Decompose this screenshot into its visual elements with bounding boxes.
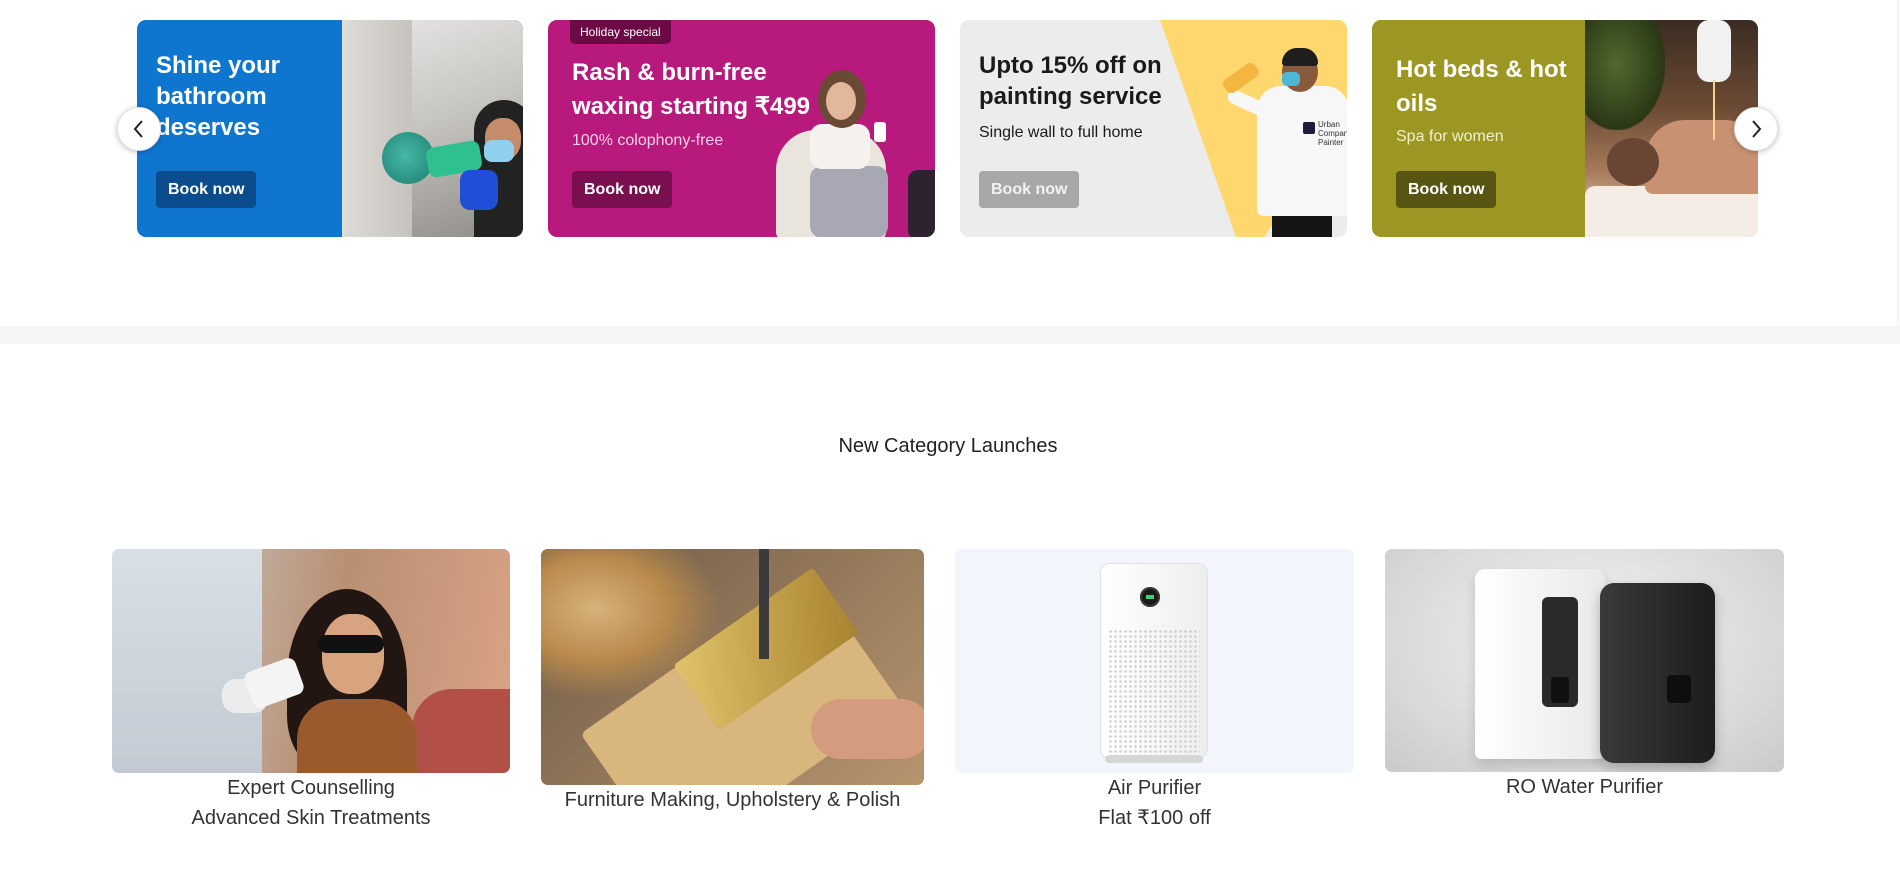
launch-card-air-purifier[interactable]: Air Purifier Flat ₹100 off bbox=[955, 549, 1354, 833]
section-title-new-category-launches: New Category Launches bbox=[838, 435, 1058, 457]
banner-subtitle: 100% colophony-free bbox=[572, 132, 724, 149]
book-now-button[interactable]: Book now bbox=[572, 171, 673, 208]
chevron-left-icon bbox=[133, 120, 143, 138]
launch-card-skin-treatments[interactable]: Expert Counselling Advanced Skin Treatme… bbox=[112, 549, 510, 833]
launch-offer: Flat ₹100 off bbox=[1098, 807, 1211, 829]
banner-subtitle: Spa for women bbox=[1396, 128, 1504, 145]
book-now-button[interactable]: Book now bbox=[979, 171, 1080, 208]
banner-title: Hot beds & hot oils bbox=[1396, 56, 1567, 117]
banner-bathroom-cleaning[interactable]: Shine your bathroom deserves Book now bbox=[137, 20, 523, 237]
book-now-button[interactable]: Book now bbox=[156, 171, 257, 208]
offers-carousel: Shine your bathroom deserves Book now Ho… bbox=[0, 0, 1900, 326]
chevron-right-icon bbox=[1752, 120, 1762, 138]
launch-card-ro-water-purifier[interactable]: RO Water Purifier bbox=[1385, 549, 1784, 802]
banner-image-spa bbox=[1585, 20, 1758, 237]
launch-label: RO Water Purifier bbox=[1505, 776, 1664, 798]
banner-waxing[interactable]: Holiday special Rash & burn-free waxing … bbox=[548, 20, 935, 237]
banner-subtitle: Single wall to full home bbox=[979, 124, 1143, 141]
book-now-button[interactable]: Book now bbox=[1396, 171, 1497, 208]
banner-title: Rash & burn-free waxing starting ₹499 bbox=[572, 59, 811, 120]
launch-sublabel: Advanced Skin Treatments bbox=[191, 807, 431, 829]
section-divider bbox=[0, 326, 1900, 344]
urban-company-logo-icon bbox=[1303, 122, 1315, 134]
launch-image-air-purifier bbox=[955, 549, 1354, 773]
banner-image-bathroom-cleaning bbox=[342, 20, 523, 237]
launch-image-skin-treatments bbox=[112, 549, 510, 773]
banner-title: Upto 15% off on painting service bbox=[979, 52, 1162, 110]
carousel-prev-button[interactable] bbox=[117, 107, 161, 151]
banner-title: Shine your bathroom deserves bbox=[156, 52, 281, 141]
launch-label: Furniture Making, Upholstery & Polish bbox=[564, 789, 901, 811]
launch-image-ro-water-purifier bbox=[1385, 549, 1784, 772]
launch-label: Air Purifier bbox=[1107, 777, 1202, 799]
banner-painting[interactable]: Upto 15% off on painting service Single … bbox=[960, 20, 1347, 237]
launch-image-furniture bbox=[541, 549, 924, 785]
holiday-special-badge: Holiday special bbox=[570, 20, 671, 44]
banner-spa[interactable]: Hot beds & hot oils Spa for women Book n… bbox=[1372, 20, 1758, 237]
carousel-next-button[interactable] bbox=[1734, 107, 1778, 151]
launch-label: Expert Counselling bbox=[227, 777, 395, 799]
logo-text: Urban Company Painter bbox=[1318, 120, 1347, 147]
launch-card-furniture[interactable]: Furniture Making, Upholstery & Polish bbox=[541, 549, 924, 815]
